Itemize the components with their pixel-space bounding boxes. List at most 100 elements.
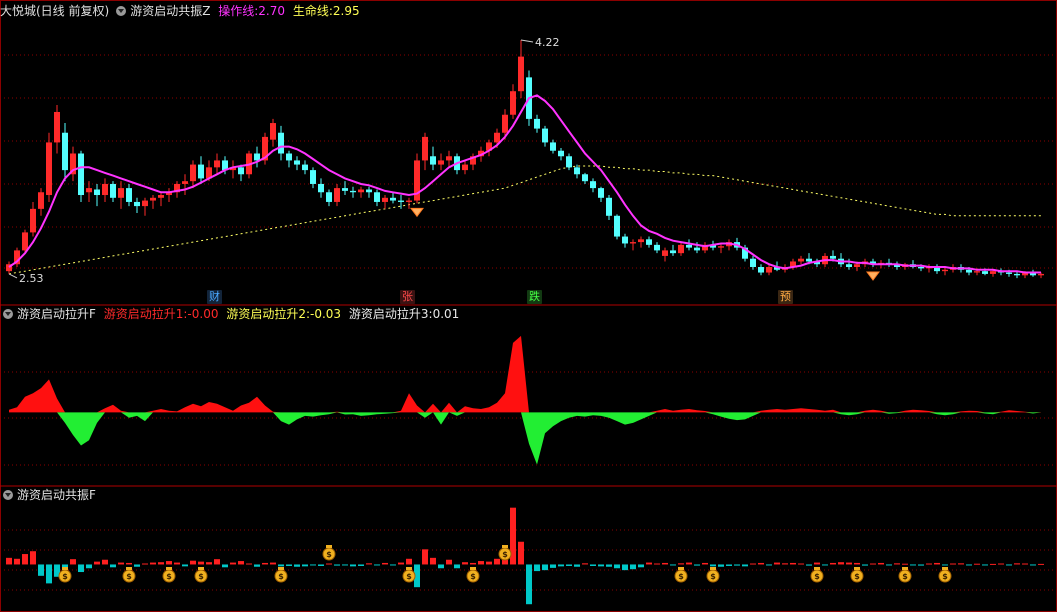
- vol-bar-positive: [926, 563, 932, 565]
- vol-bar-negative: [438, 564, 444, 569]
- vol-bar-positive: [830, 562, 836, 565]
- vol-bar-negative: [622, 564, 628, 571]
- vol-bar-negative: [910, 564, 916, 566]
- candle-body-down: [694, 247, 700, 251]
- annotation-label: 4.22: [535, 36, 560, 49]
- vol-bar-positive: [678, 563, 684, 565]
- vol-bar-negative: [358, 564, 364, 566]
- candle-body-up: [38, 192, 44, 209]
- candle-body-down: [374, 192, 380, 202]
- candle-body-down: [318, 183, 324, 193]
- vol-bar-negative: [638, 564, 644, 568]
- life-line-label: 生命线:: [292, 4, 333, 18]
- candle-body-down: [278, 132, 284, 154]
- vol-bar-positive: [702, 562, 708, 565]
- vol-bar-negative: [982, 564, 988, 566]
- vol-bar-negative: [334, 564, 340, 566]
- life-line-value: 2.95: [332, 4, 360, 18]
- stock-title: 大悦城(日线 前复权): [0, 4, 110, 18]
- settings-icon[interactable]: [3, 490, 13, 500]
- candle-body-down: [198, 164, 204, 179]
- vol-bar-positive: [902, 563, 908, 565]
- s3-label: 游资启动拉升3:: [348, 307, 433, 321]
- vol-bar-negative: [942, 564, 948, 566]
- vol-bar-positive: [950, 563, 956, 565]
- candle-body-down: [430, 156, 436, 165]
- vol-bar-negative: [1030, 564, 1036, 566]
- candle-body-up: [942, 269, 948, 272]
- candle-body-down: [302, 164, 308, 171]
- vol-bar-negative: [630, 564, 636, 570]
- money-bag-glyph: $: [814, 572, 820, 581]
- candle-body-down: [830, 255, 836, 259]
- vol-bar-negative: [550, 564, 556, 568]
- money-bag-glyph: $: [198, 572, 204, 581]
- candle-body-down: [622, 236, 628, 244]
- vol-bar-positive: [174, 562, 180, 565]
- candle-body-down: [686, 244, 692, 248]
- candle-body-down: [1006, 272, 1012, 274]
- vol-bar-positive: [790, 562, 796, 565]
- vol-bar-positive: [190, 560, 196, 565]
- candle-body-up: [334, 188, 340, 202]
- candle-body-up: [118, 188, 124, 198]
- candle-body-up: [462, 164, 468, 171]
- vol-bar-positive: [1014, 563, 1020, 565]
- vol-bar-positive: [814, 562, 820, 565]
- candle-body-up: [638, 239, 644, 243]
- candle-body-down: [982, 271, 988, 274]
- candle-body-up: [270, 123, 276, 140]
- vol-bar-negative: [534, 564, 540, 572]
- vol-bar-positive: [30, 551, 36, 565]
- vol-bar-positive: [198, 561, 204, 565]
- candle-body-up: [142, 200, 148, 207]
- vol-bar-positive: [846, 562, 852, 565]
- candle-body-up: [214, 160, 220, 168]
- osc-indicator-name[interactable]: 游资启动拉升F: [17, 307, 96, 321]
- settings-icon[interactable]: [3, 309, 13, 319]
- vol-bar-positive: [838, 562, 844, 565]
- vol-bar-positive: [422, 549, 428, 565]
- candle-body-down: [918, 267, 924, 269]
- vol-bar-negative: [590, 564, 596, 566]
- vol-bar-positive: [118, 562, 124, 565]
- op-line-label: 操作线:: [218, 4, 259, 18]
- vol-indicator-name[interactable]: 游资启动共振F: [17, 488, 96, 502]
- money-bag-glyph: $: [278, 572, 284, 581]
- money-bag-glyph: $: [710, 572, 716, 581]
- vol-bar-negative: [886, 564, 892, 566]
- vol-bar-negative: [966, 564, 972, 566]
- candle-body-down: [750, 258, 756, 268]
- candle-body-up: [54, 111, 60, 143]
- candle-body-down: [134, 201, 140, 207]
- vol-bar-negative: [606, 564, 612, 567]
- money-bag-knot: [710, 567, 716, 570]
- vol-bar-positive: [142, 563, 148, 565]
- osc-negative-area: [9, 412, 1041, 465]
- settings-icon[interactable]: [116, 6, 127, 16]
- candle-body-down: [326, 192, 332, 202]
- money-bag-knot: [278, 567, 284, 570]
- candle-body-down: [550, 142, 556, 151]
- money-bag-knot: [166, 567, 172, 570]
- money-bag-glyph: $: [502, 550, 508, 559]
- marker-cai: 财: [207, 290, 222, 304]
- candles: [6, 39, 1044, 279]
- main-indicator-name[interactable]: 游资启动共振Z: [130, 4, 210, 18]
- candle-body-down: [598, 188, 604, 198]
- vol-bar-negative: [374, 564, 380, 566]
- candle-body-up: [766, 267, 772, 273]
- candle-body-up: [358, 189, 364, 193]
- vol-bar-positive: [230, 562, 236, 565]
- vol-bar-positive: [366, 563, 372, 565]
- s3-value: 0.01: [432, 307, 460, 321]
- vol-bar-positive: [870, 563, 876, 565]
- candle-body-up: [718, 246, 724, 248]
- osc-positive-area: [9, 335, 1041, 413]
- money-bag-glyph: $: [62, 572, 68, 581]
- vol-bar-negative: [46, 564, 52, 584]
- candle-body-down: [614, 215, 620, 237]
- candle-body-down: [558, 150, 564, 157]
- life-line: [8, 165, 1041, 275]
- vol-bar-positive: [934, 562, 940, 565]
